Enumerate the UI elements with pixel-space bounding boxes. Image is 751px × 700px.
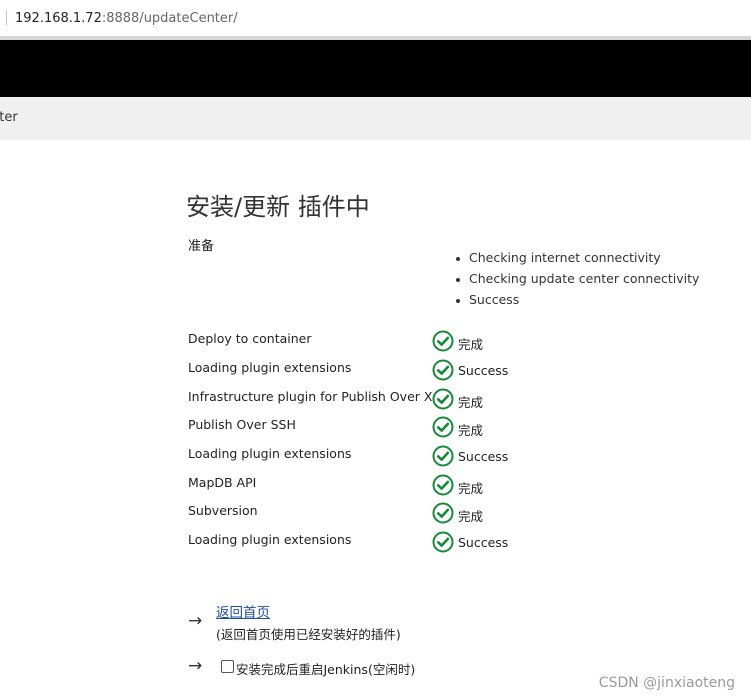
plugin-name: Loading plugin extensions [188, 360, 352, 375]
check-circle-icon [432, 388, 454, 410]
plugin-row: Publish Over SSH 完成 [0, 416, 751, 444]
plugin-row: Subversion 完成 [0, 502, 751, 530]
plugin-status: Success [458, 363, 509, 378]
plugin-row: Loading plugin extensions Success [0, 531, 751, 559]
check-circle-icon [432, 502, 454, 524]
back-to-home-description: (返回首页使用已经安装好的插件) [216, 627, 401, 642]
plugin-name: Loading plugin extensions [188, 446, 352, 461]
breadcrumb[interactable]: nter [0, 110, 18, 125]
preparation-label: 准备 [188, 239, 215, 254]
plugin-status: 完成 [458, 395, 484, 410]
plugin-status: Success [458, 449, 509, 464]
connectivity-checks: Checking internet connectivity Checking … [455, 250, 699, 313]
plugin-status: 完成 [458, 337, 484, 352]
plugin-row: Infrastructure plugin for Publish Over X… [0, 388, 751, 416]
plugin-row: MapDB API 完成 [0, 474, 751, 502]
url-path: :8888/updateCenter/ [101, 11, 238, 26]
check-item: Checking update center connectivity [455, 271, 699, 292]
plugin-name: Subversion [188, 503, 258, 518]
check-circle-icon [432, 474, 454, 496]
arrow-right-icon: → [188, 656, 203, 676]
plugin-row: Deploy to container 完成 [0, 330, 751, 358]
plugin-name: MapDB API [188, 475, 257, 490]
check-circle-icon [432, 531, 454, 553]
back-to-home-link[interactable]: 返回首页 [216, 601, 270, 621]
page-header [0, 40, 751, 97]
check-item: Checking internet connectivity [455, 250, 699, 271]
main-content: 安装/更新 插件中 准备 Checking internet connectiv… [0, 140, 751, 700]
plugin-name: Loading plugin extensions [188, 532, 352, 547]
plugin-status: 完成 [458, 509, 484, 524]
page-title: 安装/更新 插件中 [186, 193, 370, 222]
plugin-name: Deploy to container [188, 331, 312, 346]
check-circle-icon [432, 416, 454, 438]
breadcrumb-bar: nter [0, 97, 751, 140]
plugin-status: 完成 [458, 481, 484, 496]
address-bar[interactable]: 192.168.1.72:8888/updateCenter/ [0, 0, 751, 36]
plugin-status: Success [458, 535, 509, 550]
check-item: Success [455, 292, 699, 313]
check-circle-icon [432, 359, 454, 381]
address-bar-divider [6, 10, 7, 26]
check-circle-icon [432, 330, 454, 352]
plugin-status: 完成 [458, 423, 484, 438]
plugin-row: Loading plugin extensions Success [0, 445, 751, 473]
arrow-right-icon: → [188, 611, 203, 631]
plugin-name: Infrastructure plugin for Publish Over X [188, 389, 433, 404]
plugin-name: Publish Over SSH [188, 417, 296, 432]
restart-checkbox-label[interactable]: 安装完成后重启Jenkins(空闲时) [236, 659, 415, 678]
check-circle-icon [432, 445, 454, 467]
url-host: 192.168.1.72 [15, 11, 102, 26]
restart-checkbox[interactable] [221, 660, 234, 673]
plugin-row: Loading plugin extensions Success [0, 359, 751, 387]
url-text[interactable]: 192.168.1.72:8888/updateCenter/ [15, 11, 238, 26]
watermark: CSDN @jinxiaoteng [598, 675, 735, 691]
